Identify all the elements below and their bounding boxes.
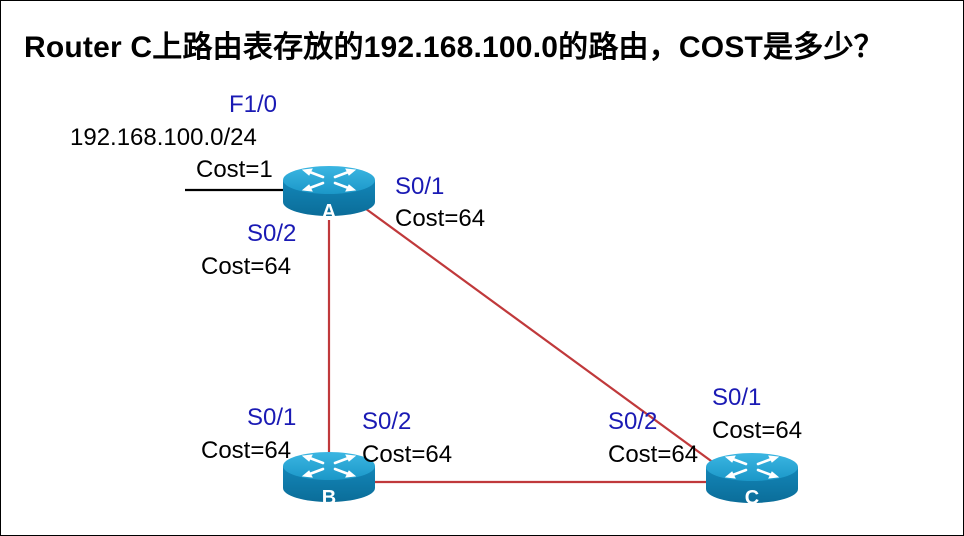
c-s01-cost-label: Cost=64 — [712, 417, 803, 444]
c-s02-interface-label: S0/2 — [608, 408, 658, 435]
a-s02-interface-label: S0/2 — [247, 220, 297, 247]
a-s01-cost-label: Cost=64 — [395, 205, 486, 232]
link-a-c — [361, 205, 719, 467]
a-s01-interface-label: S0/1 — [395, 173, 445, 200]
b-s01-cost-label: Cost=64 — [201, 437, 292, 464]
c-s01-interface-label: S0/1 — [712, 384, 762, 411]
b-s02-cost-label: Cost=64 — [362, 441, 453, 468]
b-s01-interface-label: S0/1 — [247, 404, 297, 431]
b-s02-interface-label: S0/2 — [362, 408, 412, 435]
lan-cost-label: Cost=1 — [196, 156, 273, 183]
lan-interface-label: F1/0 — [229, 91, 278, 118]
lan-network-address: 192.168.100.0/24 — [70, 124, 257, 151]
router-c-label: C — [745, 487, 759, 509]
router-b-label: B — [322, 487, 336, 509]
c-s02-cost-label: Cost=64 — [608, 441, 699, 468]
router-a-label: A — [322, 201, 336, 223]
network-diagram: A B C — [185, 164, 800, 509]
a-s02-cost-label: Cost=64 — [201, 253, 292, 280]
